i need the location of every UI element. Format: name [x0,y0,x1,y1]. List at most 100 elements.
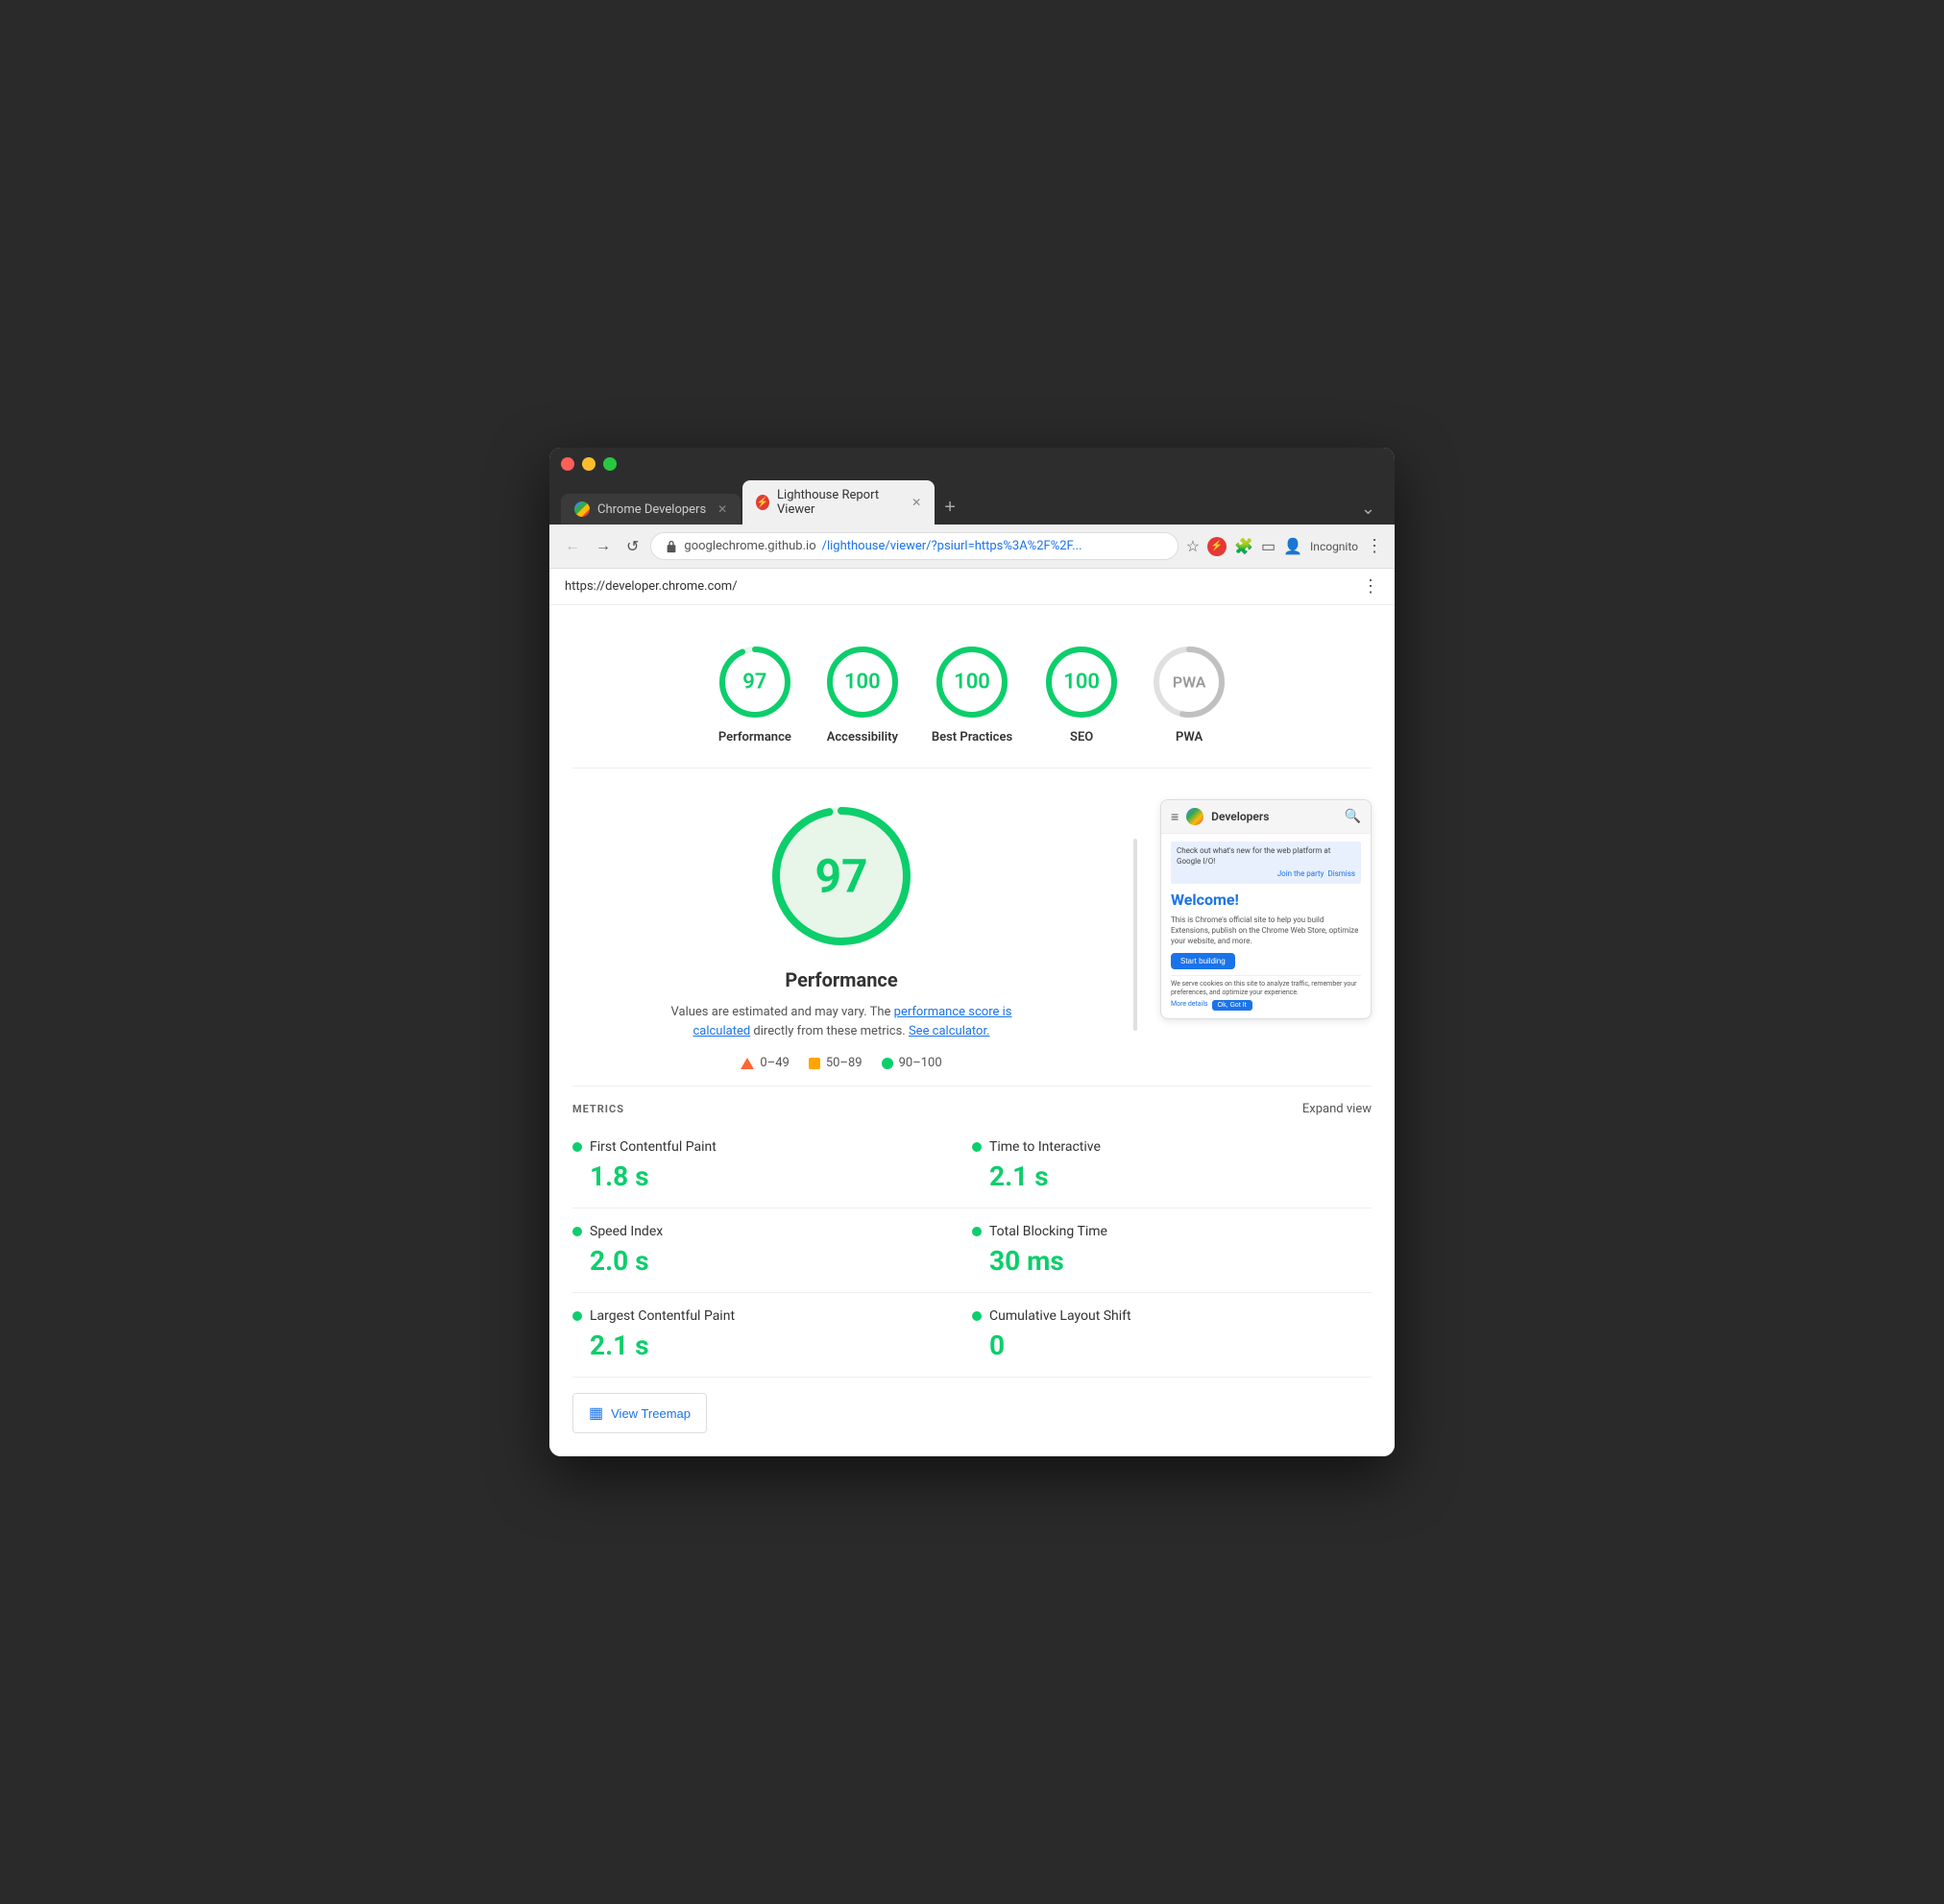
metric-lcp-name: Largest Contentful Paint [590,1308,735,1324]
tab-label: Lighthouse Report Viewer [777,488,900,517]
treemap-label: View Treemap [611,1406,691,1421]
screenshot-banner-text: Check out what's new for the web platfor… [1177,845,1355,867]
legend-item-average: 50–89 [809,1056,863,1070]
tab-close-icon[interactable]: ✕ [717,502,727,516]
lighthouse-toolbar-icon[interactable]: ⚡ [1207,537,1227,556]
metric-fcp-name-row: First Contentful Paint [572,1139,972,1155]
puzzle-icon[interactable]: 🧩 [1234,537,1253,555]
screenshot-dismiss-btn[interactable]: Dismiss [1327,868,1355,879]
star-icon[interactable]: ☆ [1186,537,1200,555]
minimize-window-button[interactable] [582,457,595,471]
score-label-best-practices: Best Practices [932,730,1012,745]
metric-fcp-name: First Contentful Paint [590,1139,717,1155]
legend-item-good: 90–100 [882,1056,942,1070]
score-item-performance[interactable]: 97 Performance [717,644,793,745]
metric-item-tti: Time to Interactive 2.1 s [972,1124,1372,1208]
score-value-pwa: PWA [1173,673,1206,692]
screenshot-start-btn[interactable]: Start building [1171,953,1235,969]
tab-chrome-developers[interactable]: Chrome Developers ✕ [561,494,741,525]
metric-item-si: Speed Index 2.0 s [572,1208,972,1293]
screenshot-banner-buttons: Join the party Dismiss [1177,868,1355,879]
score-value-accessibility: 100 [844,671,881,695]
back-button[interactable]: ← [561,534,584,559]
screenshot-cookie-buttons: More details Ok, Got It [1171,1000,1361,1011]
perf-desc-mid: directly from these metrics. [753,1024,905,1038]
metric-tbt-name-row: Total Blocking Time [972,1224,1372,1239]
metric-tti-value: 2.1 s [972,1160,1372,1192]
tab-overflow-button[interactable]: ⌄ [1353,495,1383,523]
score-item-seo[interactable]: 100 SEO [1043,644,1120,745]
notification-bar: https://developer.chrome.com/ ⋮ [549,569,1395,605]
forward-button[interactable]: → [592,534,615,559]
screenshot-preview: ≡ Developers 🔍 Check out what's new for … [1160,799,1372,1019]
score-item-best-practices[interactable]: 100 Best Practices [932,644,1012,745]
metrics-title: METRICS [572,1103,624,1115]
metric-fcp-dot [572,1142,582,1152]
score-item-pwa[interactable]: PWA PWA [1151,644,1227,745]
notification-options-icon[interactable]: ⋮ [1362,576,1379,597]
metric-cls-name-row: Cumulative Layout Shift [972,1308,1372,1324]
perf-calculator-link[interactable]: See calculator. [909,1024,990,1038]
metrics-header: METRICS Expand view [572,1086,1372,1124]
metric-item-fcp: First Contentful Paint 1.8 s [572,1124,972,1208]
expand-view-button[interactable]: Expand view [1302,1102,1372,1116]
lighthouse-tab-icon: ⚡ [756,495,769,510]
score-label-performance: Performance [718,730,791,745]
legend-bad-range: 0–49 [760,1056,789,1070]
tab-lighthouse-viewer[interactable]: ⚡ Lighthouse Report Viewer ✕ [742,480,935,525]
screenshot-cookie-notice: We serve cookies on this site to analyze… [1171,975,1361,1011]
screenshot-banner: Check out what's new for the web platfor… [1171,842,1361,884]
screenshot-header: ≡ Developers 🔍 [1161,800,1371,834]
perf-description: Values are estimated and may vary. The p… [668,1003,1014,1040]
screenshot-more-details-btn[interactable]: More details [1171,1000,1208,1011]
screenshot-description: This is Chrome's official site to help y… [1171,915,1361,947]
maximize-window-button[interactable] [603,457,617,471]
window-controls [561,457,1383,471]
address-domain: googlechrome.github.io [684,539,815,553]
tab-close-icon[interactable]: ✕ [911,496,921,509]
address-bar[interactable]: googlechrome.github.io /lighthouse/viewe… [650,532,1178,560]
score-value-best-practices: 100 [954,671,990,695]
legend-avg-range: 50–89 [826,1056,863,1070]
new-tab-button[interactable]: + [936,493,963,523]
metric-item-tbt: Total Blocking Time 30 ms [972,1208,1372,1293]
chrome-tab-icon [574,501,590,517]
metric-cls-value: 0 [972,1330,1372,1361]
scores-row: 97 Performance 100 Accessibility [572,628,1372,769]
screenshot-cookie-text: We serve cookies on this site to analyze… [1171,980,1361,997]
tabs-row: Chrome Developers ✕ ⚡ Lighthouse Report … [561,480,1383,525]
screenshot-ok-btn[interactable]: Ok, Got It [1212,1000,1252,1011]
avatar-icon[interactable]: 👤 [1283,537,1302,555]
address-bar-row: ← → ↺ googlechrome.github.io /lighthouse… [549,525,1395,569]
more-options-icon[interactable]: ⋮ [1366,536,1383,556]
notification-url: https://developer.chrome.com/ [565,579,738,594]
title-bar: Chrome Developers ✕ ⚡ Lighthouse Report … [549,448,1395,525]
perf-desc-text: Values are estimated and may vary. The [671,1005,891,1019]
screenshot-join-btn[interactable]: Join the party [1277,868,1324,879]
score-label-pwa: PWA [1176,730,1203,745]
metric-tti-name-row: Time to Interactive [972,1139,1372,1155]
perf-left: 97 Performance Values are estimated and … [572,799,1110,1070]
close-window-button[interactable] [561,457,574,471]
metric-tbt-name: Total Blocking Time [989,1224,1107,1239]
tablet-icon[interactable]: ▭ [1261,537,1276,555]
address-path: /lighthouse/viewer/?psiurl=https%3A%2F%2… [822,539,1082,553]
metric-tbt-value: 30 ms [972,1245,1372,1277]
tab-label: Chrome Developers [597,502,706,517]
view-treemap-button[interactable]: ▦ View Treemap [572,1393,707,1433]
score-item-accessibility[interactable]: 100 Accessibility [824,644,901,745]
metric-cls-dot [972,1311,982,1321]
treemap-icon: ▦ [589,1404,603,1423]
score-circle-accessibility: 100 [824,644,901,720]
metric-tbt-dot [972,1227,982,1236]
score-circle-seo: 100 [1043,644,1120,720]
metric-lcp-dot [572,1311,582,1321]
performance-section: 97 Performance Values are estimated and … [572,769,1372,1086]
perf-title: Performance [785,968,897,991]
reload-button[interactable]: ↺ [622,533,643,560]
metric-si-value: 2.0 s [572,1245,972,1277]
score-value-seo: 100 [1063,671,1100,695]
legend-good-range: 90–100 [899,1056,942,1070]
metric-tti-dot [972,1142,982,1152]
score-circle-performance: 97 [717,644,793,720]
